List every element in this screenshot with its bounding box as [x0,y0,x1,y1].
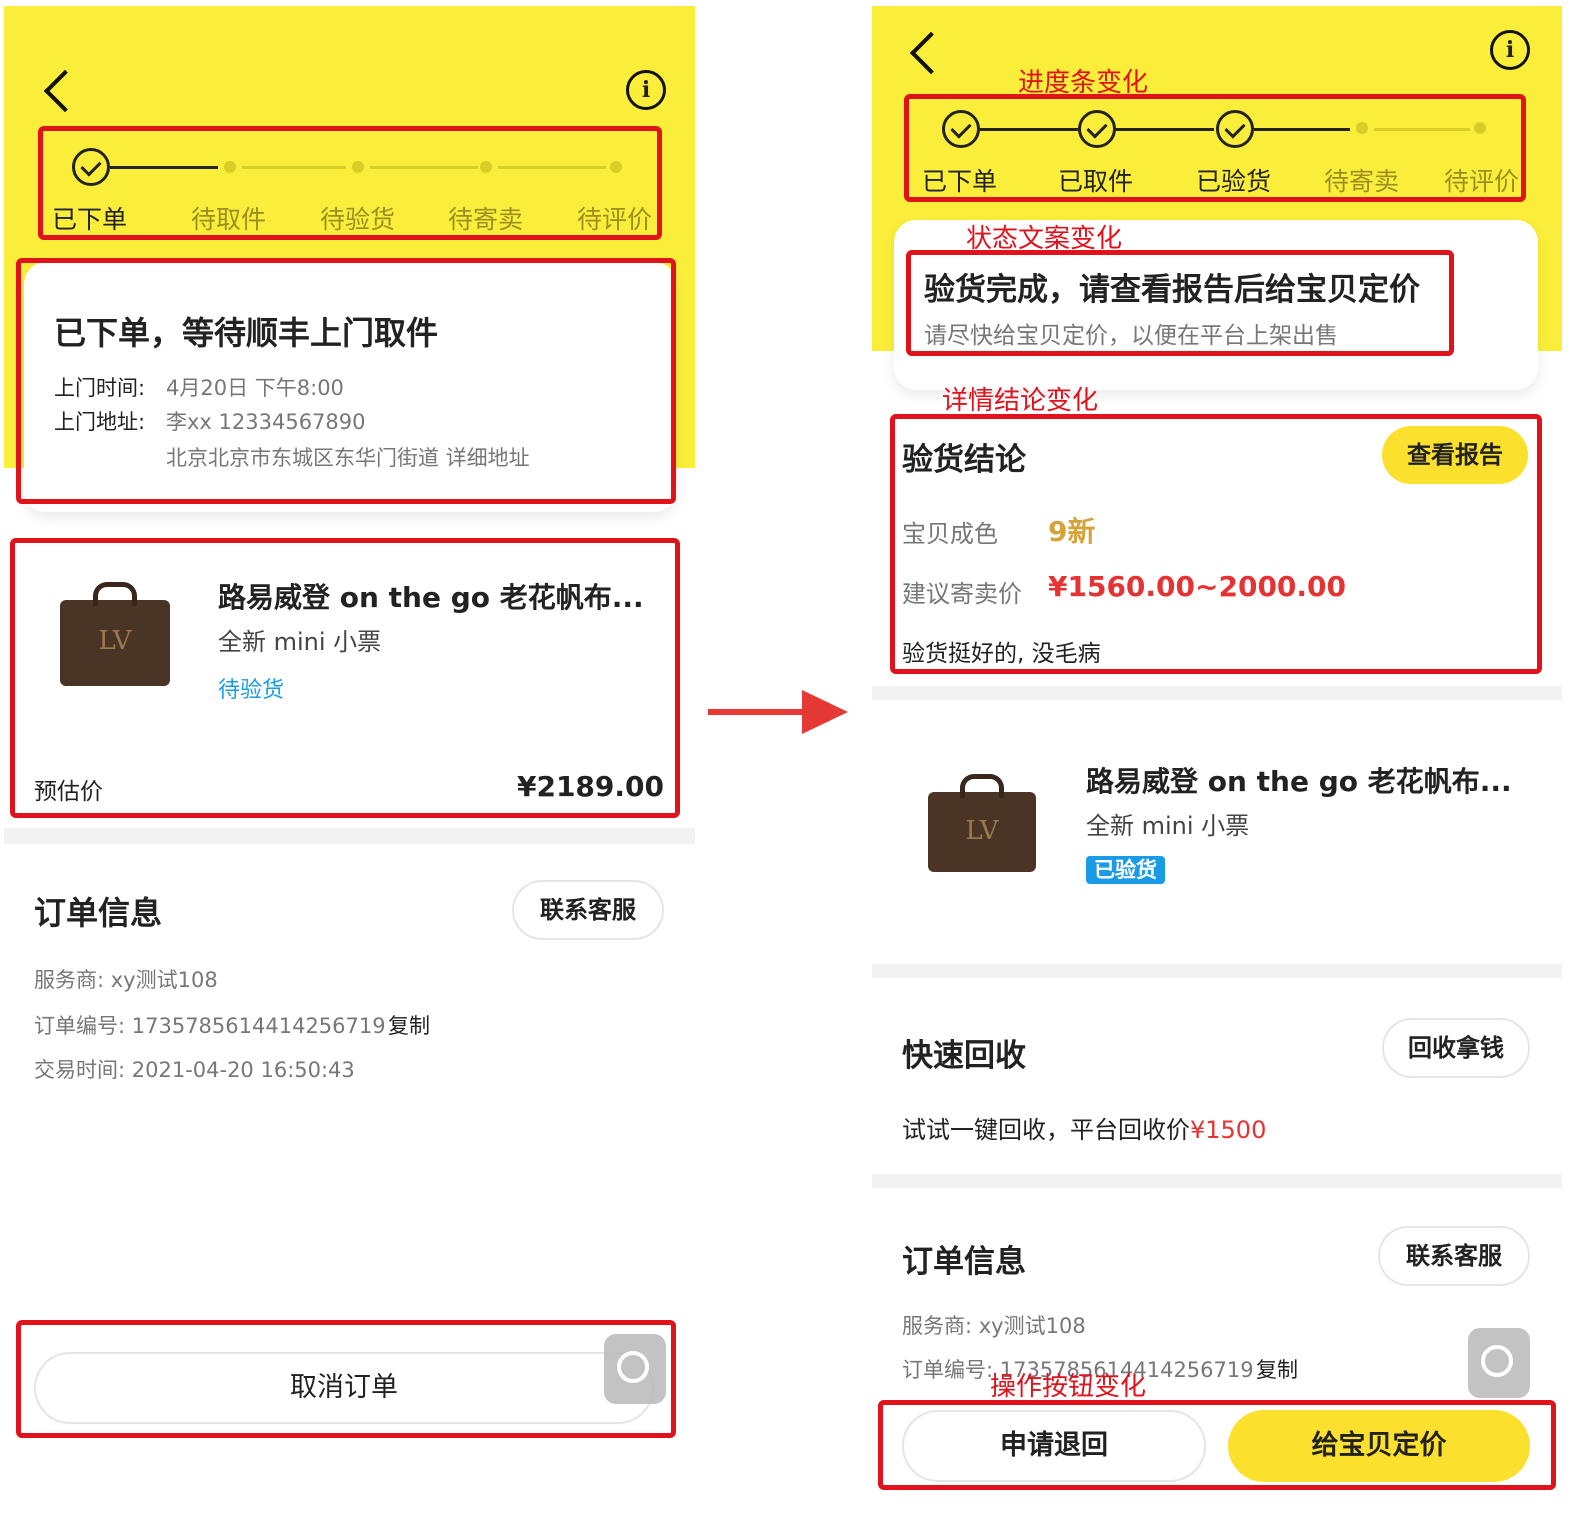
tool-icon[interactable] [1468,1328,1530,1398]
highlight-box [878,1400,1556,1490]
contact-button[interactable]: 联系客服 [1378,1226,1530,1286]
info-icon[interactable]: i [1490,30,1530,70]
annotation-buttons: 操作按钮变化 [990,1372,1147,1402]
recycle-text-row: 试试一键回收，平台回收价¥1500 [902,1110,1266,1145]
product-subtitle: 全新 mini 小票 [1086,812,1250,840]
highlight-box [16,258,676,504]
highlight-box [906,250,1454,356]
copy-button[interactable]: 复制 [388,1010,430,1040]
contact-button[interactable]: 联系客服 [512,880,664,940]
recycle-text: 试试一键回收，平台回收价 [902,1116,1190,1144]
highlight-box [890,414,1542,674]
order-title: 订单信息 [902,1244,1026,1280]
highlight-box [904,94,1526,202]
order-number: 订单编号: 1735785614414256719 [34,1014,386,1038]
info-icon[interactable]: i [626,70,666,110]
divider [872,964,1562,978]
divider [872,686,1562,700]
provider: 服务商: xy测试108 [902,1314,1086,1338]
order-title: 订单信息 [34,894,163,932]
arrow-right-icon [708,690,848,734]
highlight-box [10,538,680,818]
recycle-button[interactable]: 回收拿钱 [1382,1018,1530,1078]
divider [4,828,695,844]
recycle-title: 快速回收 [902,1038,1026,1074]
highlight-box [16,1320,676,1438]
product-card[interactable]: LV 路易威登 on the go 老花帆布... 全新 mini 小票 已验货 [872,700,1562,962]
copy-button[interactable]: 复制 [1256,1354,1298,1384]
recycle-price: ¥1500 [1190,1116,1267,1144]
annotation-detail: 详情结论变化 [942,386,1099,416]
product-image: LV [928,774,1036,872]
highlight-box [38,126,662,240]
product-title: 路易威登 on the go 老花帆布... [1086,765,1512,798]
product-status-badge: 已验货 [1086,856,1165,884]
trade-time: 交易时间: 2021-04-20 16:50:43 [34,1058,355,1082]
divider [872,1174,1562,1188]
provider: 服务商: xy测试108 [34,968,218,992]
